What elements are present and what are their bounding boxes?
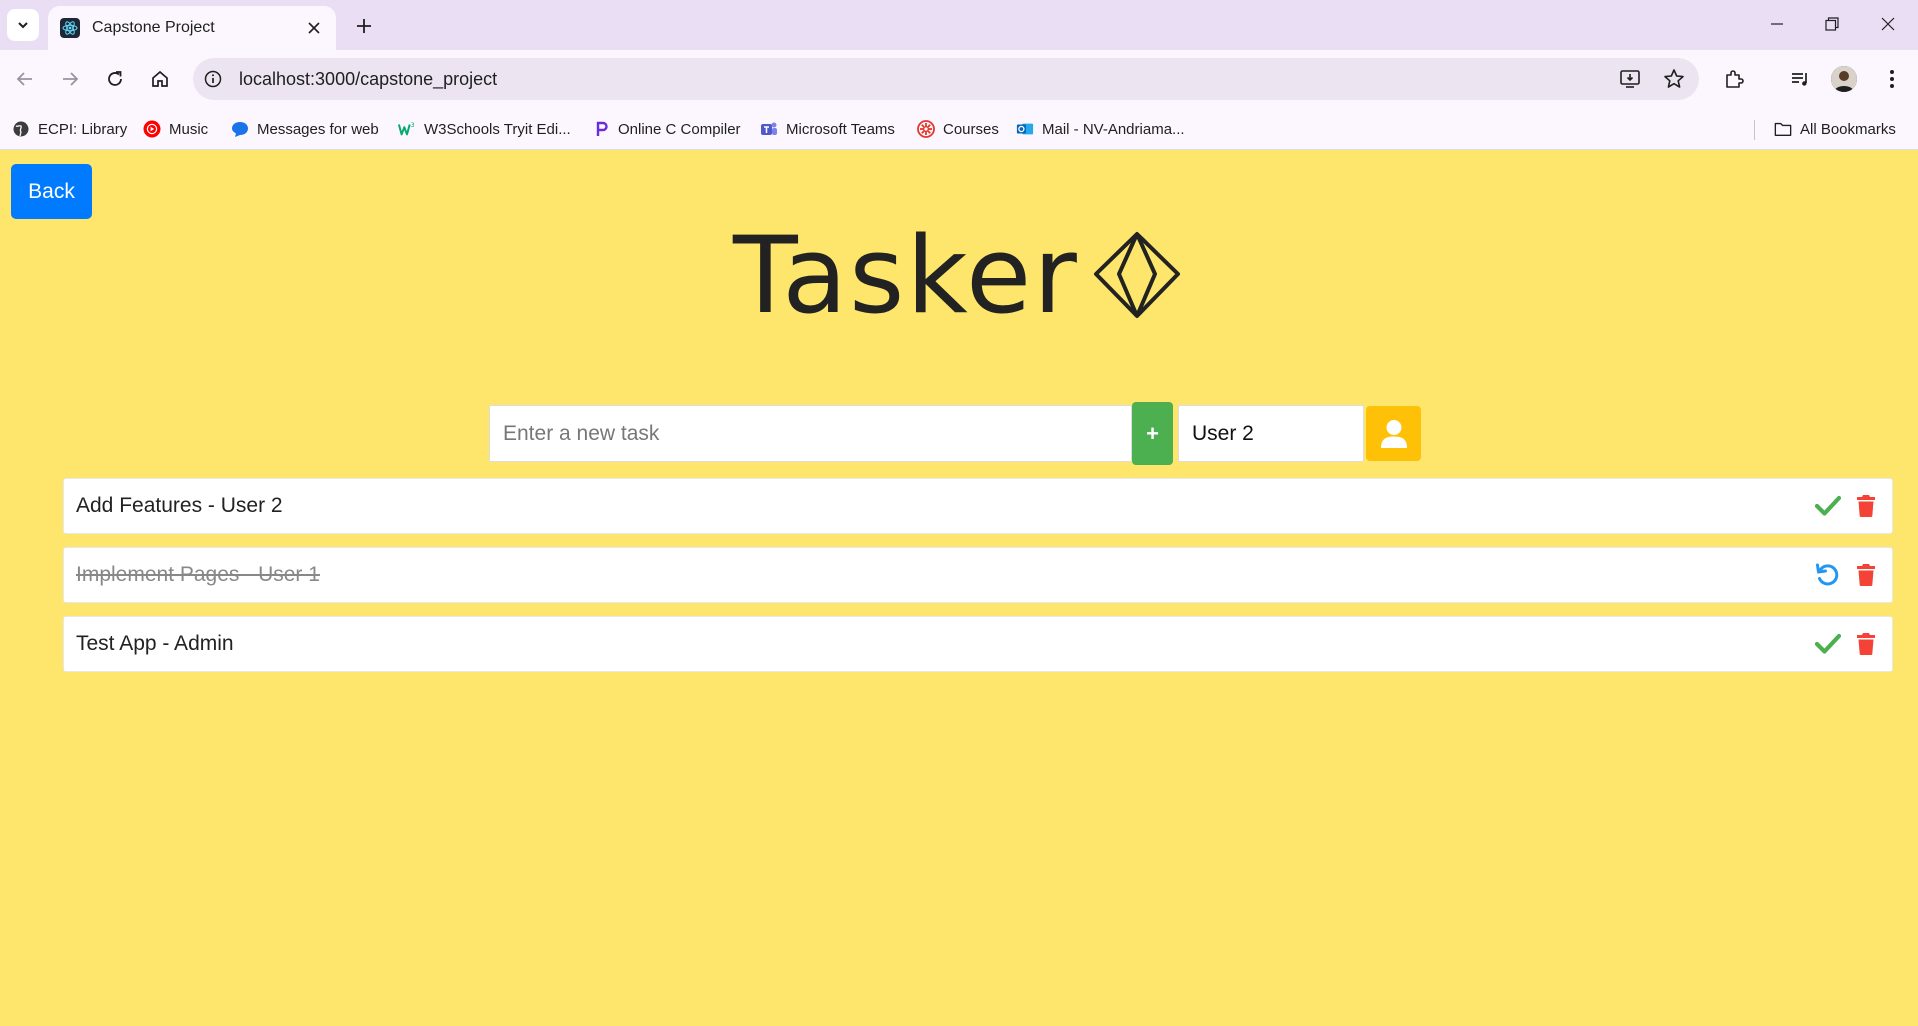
plus-icon	[357, 19, 371, 33]
install-app-icon[interactable]	[1618, 67, 1642, 91]
complete-task-button[interactable]	[1814, 492, 1842, 520]
react-icon	[60, 18, 80, 38]
task-text: Add Features - User 2	[76, 494, 283, 517]
forward-nav-button[interactable]	[53, 62, 87, 96]
minimize-icon	[1771, 23, 1783, 25]
delete-task-button[interactable]	[1852, 492, 1880, 520]
new-tab-button[interactable]	[350, 12, 378, 40]
site-info-icon[interactable]	[203, 69, 223, 89]
courses-icon	[917, 120, 935, 138]
user-input[interactable]	[1178, 405, 1364, 462]
bookmark-label: Music	[169, 120, 209, 138]
bookmarks-divider	[1754, 120, 1755, 140]
arrow-right-icon	[63, 72, 79, 86]
bookmark-label: W3Schools Tryit Edi...	[424, 120, 571, 138]
trash-icon	[1857, 495, 1875, 517]
teams-icon	[760, 120, 778, 138]
minimize-button[interactable]	[1757, 8, 1797, 40]
new-task-input[interactable]	[489, 405, 1132, 462]
close-icon	[308, 22, 320, 34]
svg-text:3: 3	[411, 122, 415, 129]
task-text: Implement Pages - User 1	[76, 563, 320, 586]
w3schools-icon: 3	[398, 120, 416, 138]
all-bookmarks-button[interactable]: All Bookmarks	[1774, 116, 1896, 142]
more-vert-icon	[1890, 70, 1894, 88]
tab-search-button[interactable]	[7, 9, 39, 41]
restore-button[interactable]	[1812, 8, 1852, 40]
bookmark-item[interactable]: 3 W3Schools Tryit Edi...	[398, 116, 571, 142]
tasker-logo: Tasker	[733, 214, 1181, 337]
browser-menu-button[interactable]	[1876, 63, 1908, 95]
check-icon	[1815, 495, 1841, 516]
bookmark-label: ECPI: Library	[38, 120, 128, 138]
bookmarks-bar: ECPI: Library Music Messages for web 3 W…	[0, 108, 1918, 150]
user-icon	[1380, 419, 1407, 448]
extensions-icon[interactable]	[1718, 63, 1750, 95]
bookmark-label: Microsoft Teams	[786, 120, 895, 138]
chevron-down-icon	[18, 22, 28, 29]
undo-task-button[interactable]	[1814, 561, 1842, 589]
delete-task-button[interactable]	[1852, 561, 1880, 589]
media-controls-icon[interactable]	[1784, 63, 1816, 95]
task-item: Add Features - User 2	[63, 478, 1893, 534]
task-item: Implement Pages - User 1	[63, 547, 1893, 603]
window-close-button[interactable]	[1868, 8, 1908, 40]
reload-icon	[108, 71, 122, 86]
bookmark-item[interactable]: Music	[143, 116, 208, 142]
bookmark-item[interactable]: Microsoft Teams	[760, 116, 895, 142]
tab-title: Capstone Project	[92, 19, 215, 36]
arrow-left-icon	[16, 72, 32, 86]
add-task-button[interactable]: +	[1132, 402, 1173, 465]
browser-tab[interactable]: Capstone Project	[48, 6, 336, 50]
bookmark-star-icon[interactable]	[1662, 67, 1686, 91]
task-item: Test App - Admin	[63, 616, 1893, 672]
bookmark-item[interactable]: Mail - NV-Andriama...	[1016, 116, 1185, 142]
youtube-music-icon	[143, 120, 161, 138]
all-bookmarks-label: All Bookmarks	[1800, 120, 1896, 138]
globe-icon	[12, 120, 30, 138]
bookmark-label: Courses	[943, 120, 999, 138]
messages-icon	[231, 120, 249, 138]
bookmark-item[interactable]: Online C Compiler	[592, 116, 741, 142]
delete-task-button[interactable]	[1852, 630, 1880, 658]
close-icon	[1881, 17, 1895, 31]
bookmark-item[interactable]: Courses	[917, 116, 999, 142]
outlook-icon	[1016, 120, 1034, 138]
trash-icon	[1857, 633, 1875, 655]
browser-toolbar: localhost:3000/capstone_project	[0, 50, 1918, 108]
compiler-icon	[592, 120, 610, 138]
bookmark-label: Messages for web	[257, 120, 379, 138]
trash-icon	[1857, 564, 1875, 586]
bookmark-item[interactable]: Messages for web	[231, 116, 379, 142]
reload-button[interactable]	[98, 62, 132, 96]
diamond-logo-icon	[1093, 232, 1180, 318]
undo-icon	[1816, 563, 1839, 586]
bookmark-label: Online C Compiler	[618, 120, 741, 138]
address-bar[interactable]: localhost:3000/capstone_project	[193, 58, 1699, 100]
tab-close-button[interactable]	[304, 18, 324, 38]
browser-tabstrip: Capstone Project	[0, 0, 1918, 50]
url-text: localhost:3000/capstone_project	[239, 69, 498, 89]
bookmark-label: Mail - NV-Andriama...	[1042, 120, 1185, 138]
home-button[interactable]	[143, 62, 177, 96]
profile-avatar[interactable]	[1831, 66, 1857, 92]
check-icon	[1815, 633, 1841, 654]
task-list: Add Features - User 2 Implement Pages - …	[63, 478, 1893, 685]
home-icon	[152, 70, 168, 87]
folder-icon	[1774, 120, 1792, 138]
back-button[interactable]: Back	[11, 164, 92, 219]
bookmark-item[interactable]: ECPI: Library	[12, 116, 127, 142]
task-text: Test App - Admin	[76, 632, 234, 655]
user-select-button[interactable]	[1366, 406, 1421, 461]
restore-icon	[1825, 17, 1839, 31]
back-nav-button[interactable]	[8, 62, 42, 96]
logo-text: Tasker	[733, 214, 1079, 337]
complete-task-button[interactable]	[1814, 630, 1842, 658]
